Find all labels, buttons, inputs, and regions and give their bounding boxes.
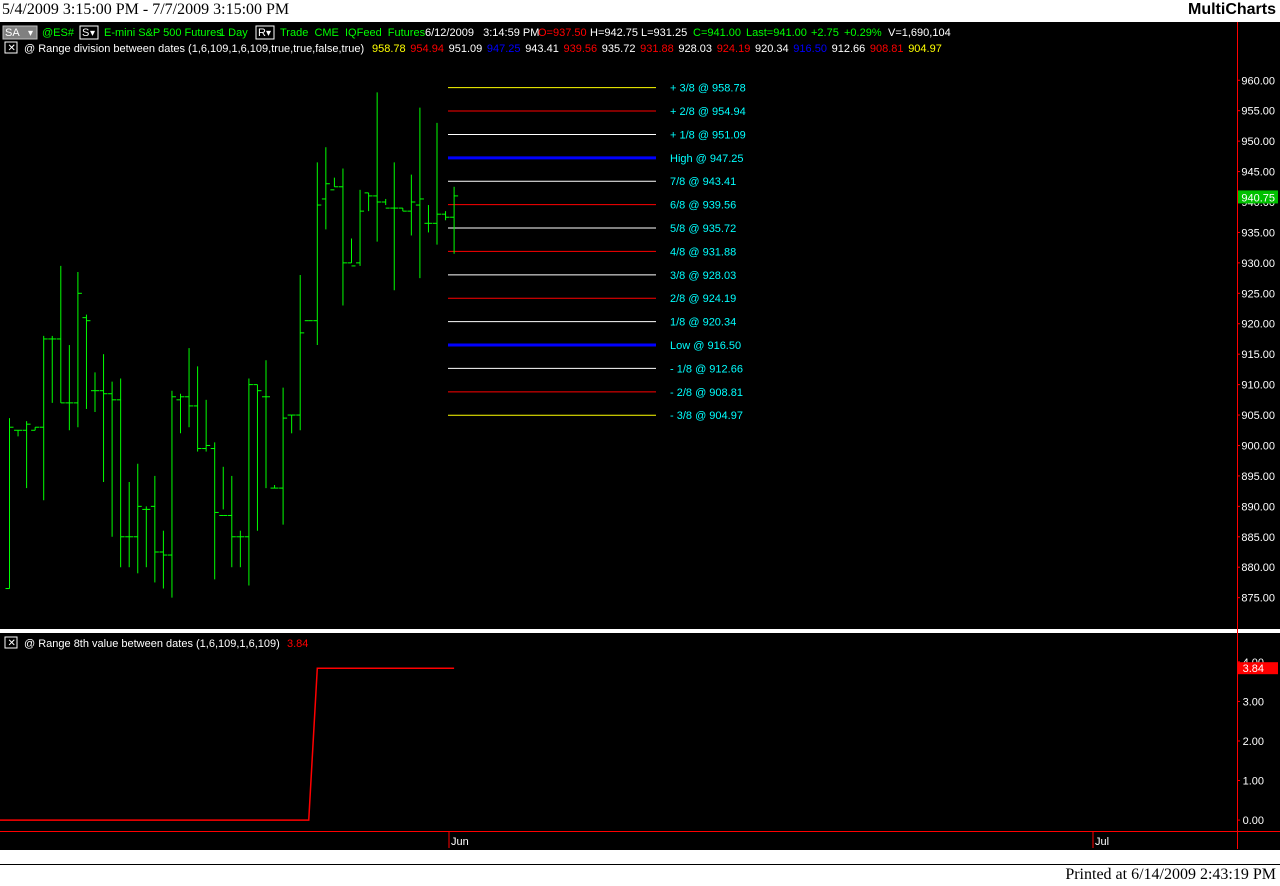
panel-separator[interactable] [0,629,1280,633]
range-level-label: + 2/8 @ 954.94 [670,106,746,118]
last-price-label: 940.75 [1241,192,1275,204]
study1-value: 954.94 [410,43,444,55]
price-tick-label: 900.00 [1241,440,1275,452]
range-level-label: 4/8 @ 931.88 [670,246,736,258]
r-dropdown-icon: ▾ [266,28,271,39]
symbol-label[interactable]: @ES# [42,27,75,39]
s-dropdown-icon: ▾ [90,28,95,39]
study1-header: ✕ @ Range division between dates (1,6,10… [4,41,942,55]
close-icon: ✕ [8,638,16,649]
study2-value: 3.84 [287,638,308,650]
price-tick-label: 950.00 [1241,136,1275,148]
feed-label: Trade CME IQFeed Futures [280,27,426,39]
indicator-tick-label: 3.00 [1243,696,1264,708]
price-tick-label: 910.00 [1241,380,1275,392]
range-level-label: Low @ 916.50 [670,340,741,352]
window-title-bar: 5/4/2009 3:15:00 PM - 7/7/2009 3:15:00 P… [0,0,1280,22]
time-tick-label: Jun [451,836,469,848]
app-name: MultiCharts [1188,1,1276,18]
price-tick-label: 925.00 [1241,288,1275,300]
range-level-label: - 2/8 @ 908.81 [670,387,743,399]
horizontal-scrollbar[interactable] [0,849,1280,865]
range-level-label: + 3/8 @ 958.78 [670,83,746,95]
close-value: C=941.00 [693,27,741,39]
s-button-label: S [82,27,89,39]
close-icon: ✕ [8,43,16,54]
indicator-tick-label: 0.00 [1243,815,1264,827]
range-level-label: 3/8 @ 928.03 [670,270,736,282]
study1-value: 928.03 [678,43,712,55]
study1-value: 943.41 [525,43,559,55]
study1-value: 904.97 [908,43,942,55]
study1-value: 908.81 [870,43,904,55]
high-value: H=942.75 [590,27,638,39]
study1-value: 947.25 [487,43,521,55]
price-panel-background [0,22,1280,629]
study2-name: @ Range 8th value between dates (1,6,109… [24,638,280,650]
indicator-panel-background [0,633,1280,849]
study1-value: 958.78 [372,43,406,55]
range-level-label: - 1/8 @ 912.66 [670,363,743,375]
price-tick-label: 920.00 [1241,319,1275,331]
price-tick-label: 930.00 [1241,258,1275,270]
range-level-label: 7/8 @ 943.41 [670,176,736,188]
chart-canvas[interactable]: SA ▾ @ES# S ▾ E-mini S&P 500 Futures 1 D… [0,22,1280,849]
study1-value: 931.88 [640,43,674,55]
price-tick-label: 955.00 [1241,106,1275,118]
price-tick-label: 935.00 [1241,227,1275,239]
price-tick-label: 960.00 [1241,75,1275,87]
low-value: L=931.25 [641,27,687,39]
study1-values: 958.78 954.94 951.09 947.25 943.41 939.56 935.… [372,43,942,55]
symbol-description: E-mini S&P 500 Futures [104,27,222,39]
study1-value: 951.09 [449,43,483,55]
indicator-last-label: 3.84 [1243,663,1264,675]
printed-timestamp: Printed at 6/14/2009 2:43:19 PM [1065,866,1276,883]
range-level-label: - 3/8 @ 904.97 [670,410,743,422]
indicator-tick-label: 2.00 [1243,736,1264,748]
range-level-label: 6/8 @ 939.56 [670,200,736,212]
open-value: O=937.50 [538,27,587,39]
range-level-label: + 1/8 @ 951.09 [670,129,746,141]
study1-value: 916.50 [793,43,827,55]
range-level-label: High @ 947.25 [670,153,744,165]
time-tick-label: Jul [1095,836,1109,848]
change-percent: +0.29% [844,27,882,39]
price-tick-label: 895.00 [1241,471,1275,483]
r-button-label: R [258,27,266,39]
price-tick-label: 890.00 [1241,501,1275,513]
range-level-label: 1/8 @ 920.34 [670,317,736,329]
interval-label: 1 Day [219,27,248,39]
change-value: +2.75 [811,27,839,39]
study2-header: ✕ @ Range 8th value between dates (1,6,1… [4,636,308,650]
bar-datetime: 6/12/2009 3:14:59 PM [425,27,539,39]
price-tick-label: 945.00 [1241,167,1275,179]
range-level-label: 5/8 @ 935.72 [670,223,736,235]
price-tick-label: 880.00 [1241,562,1275,574]
study1-value: 924.19 [717,43,751,55]
price-tick-label: 875.00 [1241,593,1275,605]
study1-value: 935.72 [602,43,636,55]
price-tick-label: 885.00 [1241,532,1275,544]
study1-value: 920.34 [755,43,789,55]
study1-value: 939.56 [564,43,598,55]
price-tick-label: 915.00 [1241,349,1275,361]
date-range-title: 5/4/2009 3:15:00 PM - 7/7/2009 3:15:00 P… [2,1,290,18]
study1-name: @ Range division between dates (1,6,109,… [24,43,364,55]
range-level-label: 2/8 @ 924.19 [670,293,736,305]
volume-value: V=1,690,104 [888,27,951,39]
indicator-tick-label: 1.00 [1243,776,1264,788]
sa-button-label: SA [5,27,20,39]
price-tick-label: 905.00 [1241,410,1275,422]
last-value: Last=941.00 [746,27,807,39]
sa-dropdown-icon: ▾ [28,28,33,39]
study1-value: 912.66 [832,43,866,55]
